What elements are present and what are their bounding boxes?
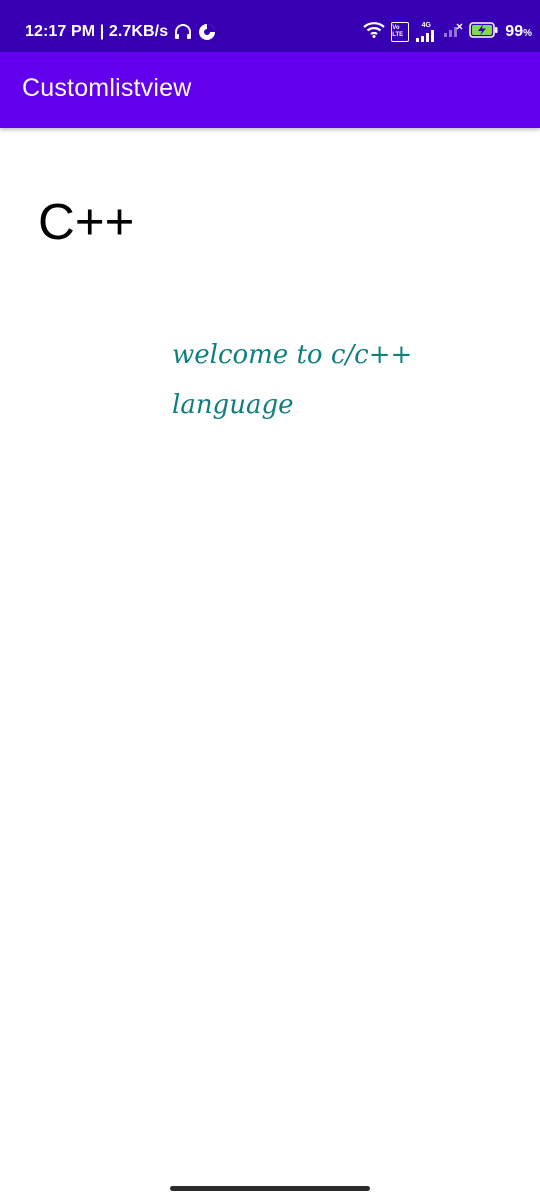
network-type-label: 4G [421, 22, 431, 29]
list-item-title: C++ [38, 193, 135, 250]
status-time-speed: 12:17 PM | 2.7KB/s [25, 23, 169, 40]
battery-percentage: 99% [505, 23, 532, 40]
status-bar: 12:17 PM | 2.7KB/s Vo LTE 4G 99% [0, 0, 540, 52]
signal-empty-icon [443, 23, 463, 41]
percent-sign: % [523, 28, 532, 39]
app-bar: Customlistview [0, 52, 540, 128]
wifi-icon [363, 22, 386, 42]
list-item-description: welcome to c/c++ language [172, 340, 413, 420]
data-saver-icon [198, 23, 216, 41]
headset-icon [174, 24, 192, 40]
battery-charging-icon [469, 22, 499, 42]
app-title: Customlistview [22, 74, 192, 102]
home-indicator[interactable] [170, 1186, 370, 1191]
signal-icon [416, 30, 435, 42]
volte-icon: Vo LTE [391, 22, 410, 42]
network-indicator: 4G [415, 22, 437, 42]
